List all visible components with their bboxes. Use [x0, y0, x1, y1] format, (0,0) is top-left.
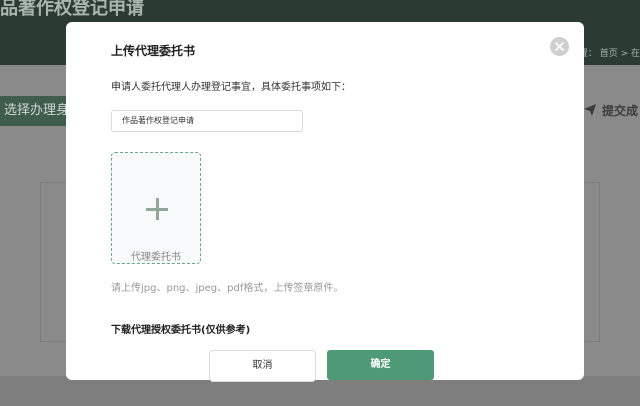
close-button[interactable]	[550, 37, 569, 56]
download-template-link[interactable]: 下载代理授权委托书(仅供参考)	[111, 321, 250, 336]
send-icon	[584, 104, 596, 116]
upload-area[interactable]: 代理委托书	[111, 152, 201, 264]
breadcrumb: 置： 首页 > 在	[578, 49, 640, 59]
cancel-button[interactable]: 取消	[209, 350, 316, 382]
dialog-title: 上传代理委托书	[111, 44, 196, 58]
step-submit-label: 提交成	[602, 104, 639, 118]
page-title: 品著作权登记申请	[0, 0, 144, 19]
upload-format-hint: 请上传jpg、png、jpeg、pdf格式，上传签章原件。	[111, 283, 344, 294]
plus-icon	[146, 198, 168, 220]
page-footer	[0, 376, 640, 406]
confirm-button[interactable]: 确定	[327, 350, 434, 380]
step-select-identity: 选择办理身	[0, 96, 66, 126]
dialog-description: 申请人委托代理人办理登记事宜，具体委托事项如下：	[111, 82, 351, 93]
step-submit-success: 提交成	[584, 96, 640, 126]
upload-label: 代理委托书	[131, 252, 181, 263]
upload-agent-letter-dialog: 上传代理委托书 申请人委托代理人办理登记事宜，具体委托事项如下： 作品著作权登记…	[66, 22, 584, 382]
close-icon	[555, 42, 564, 51]
entrusted-matter-field[interactable]: 作品著作权登记申请	[111, 110, 303, 132]
